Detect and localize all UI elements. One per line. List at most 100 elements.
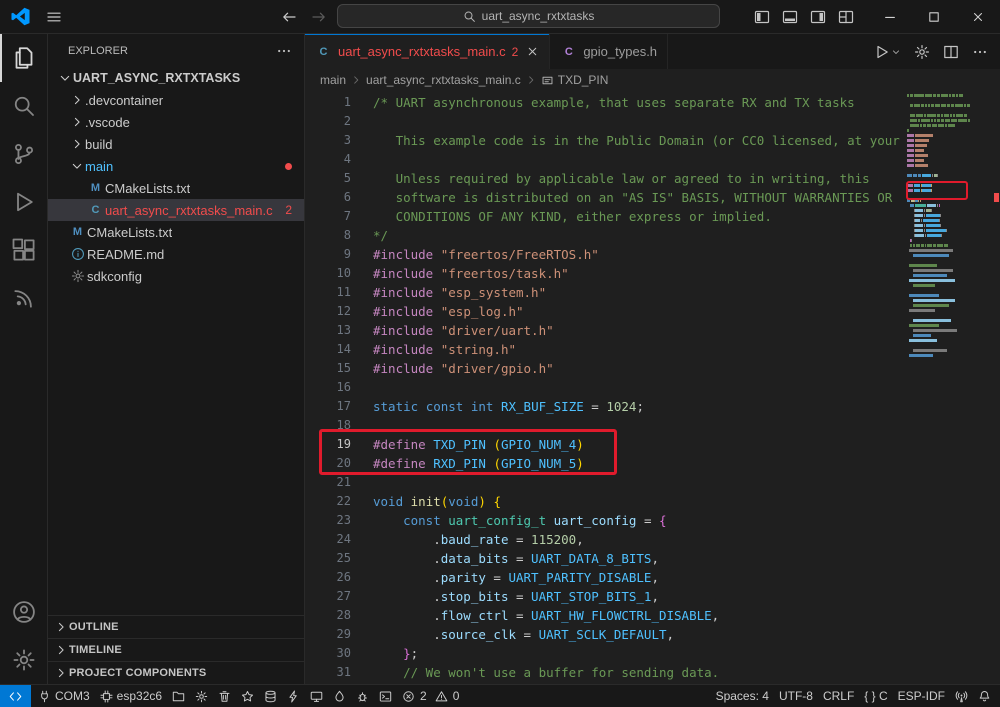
status-terminal[interactable] [374,685,397,707]
tree-item-build[interactable]: build [48,133,304,155]
status-flash-method[interactable] [236,685,259,707]
tab-gpio-types-h[interactable]: Cgpio_types.h [550,34,668,69]
code-line-24[interactable]: 24 .baud_rate = 115200, [305,530,904,549]
status-problems[interactable]: 20 [397,685,468,707]
status-idf-target[interactable]: esp32c6 [95,685,167,707]
status-indentation[interactable]: Spaces: 4 [711,685,774,707]
code-line-25[interactable]: 25 .data_bits = UART_DATA_8_BITS, [305,549,904,568]
minimap[interactable] [905,93,992,358]
code-line-20[interactable]: 20#define RXD_PIN (GPIO_NUM_5) [305,454,904,473]
status-build-flash-monitor[interactable] [328,685,351,707]
tab-uart-async-rxtxtasks-main-c[interactable]: Cuart_async_rxtxtasks_main.c2 [305,34,550,69]
code-line-7[interactable]: 7 CONDITIONS OF ANY KIND, either express… [305,207,904,226]
minimize-button[interactable] [868,0,912,33]
customize-layout-icon[interactable] [838,9,854,25]
tree-item-main[interactable]: main [48,155,304,177]
code-line-26[interactable]: 26 .parity = UART_PARITY_DISABLE, [305,568,904,587]
code-line-9[interactable]: 9#include "freertos/FreeRTOS.h" [305,245,904,264]
breadcrumb-item-main[interactable]: main [320,73,346,87]
overview-ruler[interactable] [992,91,1000,684]
menu-icon[interactable] [46,9,62,25]
code-line-18[interactable]: 18 [305,416,904,435]
status-serial-port[interactable]: COM3 [33,685,95,707]
code-line-11[interactable]: 11#include "esp_system.h" [305,283,904,302]
tab-close-icon[interactable] [526,45,539,58]
code-line-19[interactable]: 19#define TXD_PIN (GPIO_NUM_4) [305,435,904,454]
code-line-31[interactable]: 31 // We won't use a buffer for sending … [305,663,904,682]
activity-explorer[interactable] [0,34,47,82]
toggle-sidebar-icon[interactable] [754,9,770,25]
code-line-2[interactable]: 2 [305,112,904,131]
activity-source-control[interactable] [0,130,47,178]
code-line-29[interactable]: 29 .source_clk = UART_SCLK_DEFAULT, [305,625,904,644]
code-line-13[interactable]: 13#include "driver/uart.h" [305,321,904,340]
code-line-27[interactable]: 27 .stop_bits = UART_STOP_BITS_1, [305,587,904,606]
status-remote[interactable] [0,685,31,707]
activity-extensions[interactable] [0,226,47,274]
section-timeline[interactable]: TIMELINE [48,638,304,661]
code-line-16[interactable]: 16 [305,378,904,397]
activity-accounts[interactable] [0,588,47,636]
code-line-14[interactable]: 14#include "string.h" [305,340,904,359]
tree-item-readme-md[interactable]: README.md [48,243,304,265]
code-line-22[interactable]: 22void init(void) { [305,492,904,511]
command-center-search[interactable]: uart_async_rxtxtasks [337,4,720,28]
status-monitor[interactable] [305,685,328,707]
code-line-23[interactable]: 23 const uart_config_t uart_config = { [305,511,904,530]
nav-back-icon[interactable] [281,9,297,25]
section-outline[interactable]: OUTLINE [48,615,304,638]
code-line-3[interactable]: 3 This example code is in the Public Dom… [305,131,904,150]
status-full-clean[interactable] [213,685,236,707]
maximize-button[interactable] [912,0,956,33]
code-line-6[interactable]: 6 software is distributed on an "AS IS" … [305,188,904,207]
status-menuconfig[interactable] [190,685,213,707]
code-line-10[interactable]: 10#include "freertos/task.h" [305,264,904,283]
code-line-12[interactable]: 12#include "esp_log.h" [305,302,904,321]
activity-run-debug[interactable] [0,178,47,226]
status-broadcast[interactable] [950,685,973,707]
toggle-secondary-sidebar-icon[interactable] [810,9,826,25]
code-editor[interactable]: 1/* UART asynchronous example, that uses… [305,91,1000,684]
nav-forward-icon[interactable] [311,9,327,25]
settings-icon[interactable] [914,44,930,60]
run-file-button[interactable] [874,44,901,60]
account-icon [12,600,36,624]
status-eol[interactable]: CRLF [818,685,859,707]
tree-item-cmakelists-txt[interactable]: MCMakeLists.txt [48,221,304,243]
activity-search[interactable] [0,82,47,130]
activity-manage[interactable] [0,636,47,684]
status-project-folder[interactable] [167,685,190,707]
status-encoding[interactable]: UTF-8 [774,685,818,707]
views-more-actions-icon[interactable] [276,43,292,59]
code-line-1[interactable]: 1/* UART asynchronous example, that uses… [305,93,904,112]
tree-item-uart-async-rxtxtasks-main-c[interactable]: Cuart_async_rxtxtasks_main.c2 [48,199,304,221]
tree-item-uart-async-rxtxtasks[interactable]: UART_ASYNC_RXTXTASKS [48,67,304,89]
breadcrumb-symbol[interactable]: TXD_PIN [558,73,609,87]
code-line-17[interactable]: 17static const int RX_BUF_SIZE = 1024; [305,397,904,416]
code-line-30[interactable]: 30 }; [305,644,904,663]
status-notifications[interactable] [973,685,996,707]
code-line-8[interactable]: 8*/ [305,226,904,245]
tree-item-sdkconfig[interactable]: sdkconfig [48,265,304,287]
section-project-components[interactable]: PROJECT COMPONENTS [48,661,304,684]
tree-item-devcontainer[interactable]: .devcontainer [48,89,304,111]
code-line-5[interactable]: 5 Unless required by applicable law or a… [305,169,904,188]
chev-r-icon [52,666,69,680]
tree-item-vscode[interactable]: .vscode [48,111,304,133]
status-language-mode[interactable]: { } C [859,685,892,707]
activity-esp-idf[interactable] [0,274,47,322]
status-esp-idf-version[interactable]: ESP-IDF [893,685,950,707]
code-line-4[interactable]: 4 [305,150,904,169]
code-line-21[interactable]: 21 [305,473,904,492]
toggle-panel-icon[interactable] [782,9,798,25]
status-debug[interactable] [351,685,374,707]
close-button[interactable] [956,0,1000,33]
tree-item-cmakelists-txt[interactable]: MCMakeLists.txt [48,177,304,199]
code-line-28[interactable]: 28 .flow_ctrl = UART_HW_FLOWCTRL_DISABLE… [305,606,904,625]
status-build[interactable] [259,685,282,707]
status-flash[interactable] [282,685,305,707]
more-actions-icon[interactable] [972,44,988,60]
split-editor-icon[interactable] [943,44,959,60]
code-line-15[interactable]: 15#include "driver/gpio.h" [305,359,904,378]
breadcrumb-item-uart-async-rxtxtasks-main-c[interactable]: uart_async_rxtxtasks_main.c [366,73,521,87]
